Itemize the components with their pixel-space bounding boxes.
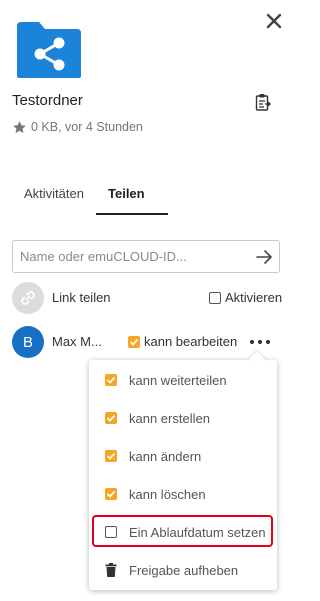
share-options-menu: kann weiterteilen kann erstellen kann än… <box>89 360 277 590</box>
activate-checkbox[interactable] <box>209 291 221 304</box>
menu-item-label: Ein Ablaufdatum setzen <box>129 525 266 540</box>
shared-folder-icon <box>15 20 83 80</box>
close-button[interactable] <box>264 11 284 31</box>
can-delete-checkbox[interactable] <box>105 488 117 500</box>
link-icon <box>21 291 35 305</box>
menu-item-can-delete[interactable]: kann löschen <box>89 479 277 509</box>
file-meta: 0 KB, vor 4 Stunden <box>31 120 143 134</box>
user-share-row: B Max M... kann bearbeiten <box>12 326 282 358</box>
copy-link-button[interactable] <box>255 93 271 111</box>
active-tab-indicator <box>96 213 168 215</box>
clipboard-icon <box>255 94 271 111</box>
menu-item-label: kann ändern <box>129 449 202 464</box>
share-user-name: Max M... <box>52 334 102 349</box>
check-icon <box>106 490 116 498</box>
menu-item-unshare[interactable]: Freigabe aufheben <box>89 555 277 585</box>
share-search-input[interactable] <box>20 241 245 272</box>
more-options-icon <box>250 340 254 344</box>
check-icon <box>106 376 116 384</box>
tab-share[interactable]: Teilen <box>108 186 145 201</box>
menu-item-set-expiration[interactable]: Ein Ablaufdatum setzen <box>89 517 277 547</box>
share-search-box <box>12 240 280 273</box>
activate-label: Aktivieren <box>225 290 283 305</box>
menu-item-label: kann löschen <box>129 487 206 502</box>
can-create-checkbox[interactable] <box>105 412 117 424</box>
can-edit-label: kann bearbeiten <box>144 334 238 349</box>
menu-item-label: kann erstellen <box>129 411 210 426</box>
tab-bar: Aktivitäten Teilen <box>12 176 280 215</box>
can-change-checkbox[interactable] <box>105 450 117 462</box>
can-reshare-checkbox[interactable] <box>105 374 117 386</box>
check-icon <box>129 338 139 346</box>
activate-link-toggle[interactable]: Aktivieren <box>209 290 282 305</box>
close-icon <box>266 13 282 29</box>
folder-name: Testordner <box>12 92 83 109</box>
menu-item-label: kann weiterteilen <box>129 373 227 388</box>
arrow-right-icon[interactable] <box>255 248 273 266</box>
link-avatar <box>12 282 44 314</box>
tab-activities[interactable]: Aktivitäten <box>24 186 84 201</box>
expiration-checkbox[interactable] <box>105 526 117 538</box>
avatar: B <box>12 326 44 358</box>
menu-item-can-reshare[interactable]: kann weiterteilen <box>89 365 277 395</box>
link-share-row: Link teilen Aktivieren <box>12 282 282 314</box>
check-icon <box>106 414 116 422</box>
check-icon <box>106 452 116 460</box>
meta-row: 0 KB, vor 4 Stunden <box>12 119 143 135</box>
can-edit-toggle[interactable]: kann bearbeiten <box>128 334 237 349</box>
trash-icon <box>105 563 117 577</box>
menu-item-can-change[interactable]: kann ändern <box>89 441 277 471</box>
menu-item-can-create[interactable]: kann erstellen <box>89 403 277 433</box>
more-options-button[interactable] <box>250 334 270 350</box>
link-share-label: Link teilen <box>52 290 111 305</box>
can-edit-checkbox[interactable] <box>128 335 140 348</box>
menu-item-label: Freigabe aufheben <box>129 563 239 578</box>
star-icon[interactable] <box>12 120 27 135</box>
